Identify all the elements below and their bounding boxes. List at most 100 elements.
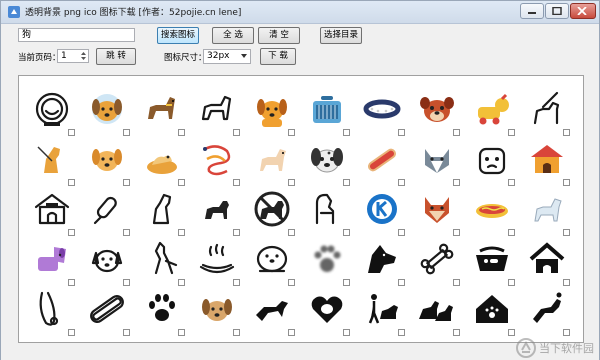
- icon-cell[interactable]: [139, 86, 185, 136]
- select-checkbox[interactable]: [563, 229, 570, 236]
- select-checkbox[interactable]: [508, 329, 515, 336]
- icon-size-select[interactable]: 32px: [203, 49, 251, 64]
- icon-cell[interactable]: [249, 86, 295, 136]
- icon-cell[interactable]: [414, 186, 460, 236]
- icon-cell[interactable]: [304, 186, 350, 236]
- select-checkbox[interactable]: [123, 129, 130, 136]
- select-checkbox[interactable]: [233, 329, 240, 336]
- select-checkbox[interactable]: [563, 179, 570, 186]
- select-checkbox[interactable]: [288, 179, 295, 186]
- select-checkbox[interactable]: [233, 279, 240, 286]
- icon-cell[interactable]: [414, 286, 460, 336]
- icon-cell[interactable]: [304, 286, 350, 336]
- icon-cell[interactable]: [414, 86, 460, 136]
- select-checkbox[interactable]: [453, 329, 460, 336]
- select-checkbox[interactable]: [343, 229, 350, 236]
- icon-cell[interactable]: [524, 286, 570, 336]
- icon-cell[interactable]: [524, 236, 570, 286]
- select-checkbox[interactable]: [288, 329, 295, 336]
- select-checkbox[interactable]: [123, 279, 130, 286]
- select-checkbox[interactable]: [563, 329, 570, 336]
- close-button[interactable]: [570, 3, 596, 19]
- icon-cell[interactable]: [359, 136, 405, 186]
- icon-cell[interactable]: [414, 136, 460, 186]
- select-checkbox[interactable]: [288, 279, 295, 286]
- select-checkbox[interactable]: [563, 279, 570, 286]
- select-checkbox[interactable]: [508, 229, 515, 236]
- maximize-button[interactable]: [545, 3, 569, 19]
- choose-directory-button[interactable]: 选择目录: [320, 27, 362, 44]
- icon-cell[interactable]: [29, 136, 75, 186]
- icon-cell[interactable]: [84, 136, 130, 186]
- icon-cell[interactable]: [469, 86, 515, 136]
- select-checkbox[interactable]: [233, 229, 240, 236]
- icon-cell[interactable]: [194, 186, 240, 236]
- icon-cell[interactable]: [139, 186, 185, 236]
- select-checkbox[interactable]: [68, 329, 75, 336]
- page-number-stepper[interactable]: 1: [57, 49, 89, 63]
- icon-cell[interactable]: [359, 236, 405, 286]
- icon-cell[interactable]: [524, 136, 570, 186]
- select-checkbox[interactable]: [288, 129, 295, 136]
- select-checkbox[interactable]: [563, 129, 570, 136]
- icon-cell[interactable]: [359, 286, 405, 336]
- icon-cell[interactable]: [84, 236, 130, 286]
- select-checkbox[interactable]: [178, 279, 185, 286]
- icon-cell[interactable]: [304, 86, 350, 136]
- select-checkbox[interactable]: [123, 179, 130, 186]
- minimize-button[interactable]: [520, 3, 544, 19]
- clear-button[interactable]: 清 空: [258, 27, 300, 44]
- select-checkbox[interactable]: [343, 129, 350, 136]
- select-checkbox[interactable]: [453, 229, 460, 236]
- icon-cell[interactable]: [139, 286, 185, 336]
- select-checkbox[interactable]: [343, 279, 350, 286]
- select-checkbox[interactable]: [68, 179, 75, 186]
- icon-cell[interactable]: [249, 286, 295, 336]
- select-checkbox[interactable]: [508, 279, 515, 286]
- select-checkbox[interactable]: [233, 179, 240, 186]
- select-all-button[interactable]: 全 选: [212, 27, 254, 44]
- icon-cell[interactable]: [469, 136, 515, 186]
- select-checkbox[interactable]: [233, 129, 240, 136]
- icon-cell[interactable]: [359, 186, 405, 236]
- jump-button[interactable]: 跳 转: [96, 48, 136, 65]
- icon-cell[interactable]: [84, 286, 130, 336]
- select-checkbox[interactable]: [68, 129, 75, 136]
- search-button[interactable]: 搜索图标: [157, 27, 199, 44]
- search-input[interactable]: 狗: [18, 28, 135, 42]
- select-checkbox[interactable]: [178, 179, 185, 186]
- icon-cell[interactable]: [469, 286, 515, 336]
- icon-cell[interactable]: [29, 236, 75, 286]
- select-checkbox[interactable]: [178, 229, 185, 236]
- icon-cell[interactable]: [249, 136, 295, 186]
- select-checkbox[interactable]: [68, 279, 75, 286]
- select-checkbox[interactable]: [178, 329, 185, 336]
- select-checkbox[interactable]: [453, 279, 460, 286]
- icon-cell[interactable]: [414, 236, 460, 286]
- select-checkbox[interactable]: [398, 179, 405, 186]
- icon-cell[interactable]: [139, 136, 185, 186]
- select-checkbox[interactable]: [453, 179, 460, 186]
- icon-cell[interactable]: [194, 236, 240, 286]
- icon-cell[interactable]: [194, 136, 240, 186]
- select-checkbox[interactable]: [398, 279, 405, 286]
- icon-cell[interactable]: [304, 236, 350, 286]
- select-checkbox[interactable]: [508, 179, 515, 186]
- icon-cell[interactable]: [524, 186, 570, 236]
- icon-cell[interactable]: [29, 286, 75, 336]
- icon-cell[interactable]: [84, 86, 130, 136]
- select-checkbox[interactable]: [123, 229, 130, 236]
- select-checkbox[interactable]: [178, 129, 185, 136]
- icon-cell[interactable]: [249, 236, 295, 286]
- icon-cell[interactable]: [84, 186, 130, 236]
- select-checkbox[interactable]: [288, 229, 295, 236]
- icon-cell[interactable]: [359, 86, 405, 136]
- icon-cell[interactable]: [29, 86, 75, 136]
- icon-cell[interactable]: [304, 136, 350, 186]
- icon-cell[interactable]: [469, 186, 515, 236]
- select-checkbox[interactable]: [68, 229, 75, 236]
- icon-cell[interactable]: [29, 186, 75, 236]
- select-checkbox[interactable]: [343, 329, 350, 336]
- icon-cell[interactable]: [249, 186, 295, 236]
- icon-cell[interactable]: [194, 86, 240, 136]
